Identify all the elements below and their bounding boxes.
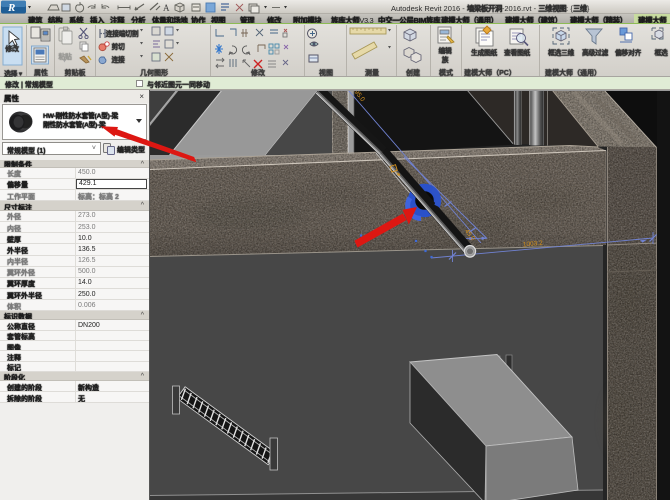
svg-text:R: R <box>7 2 15 14</box>
svg-text:A: A <box>163 3 170 13</box>
